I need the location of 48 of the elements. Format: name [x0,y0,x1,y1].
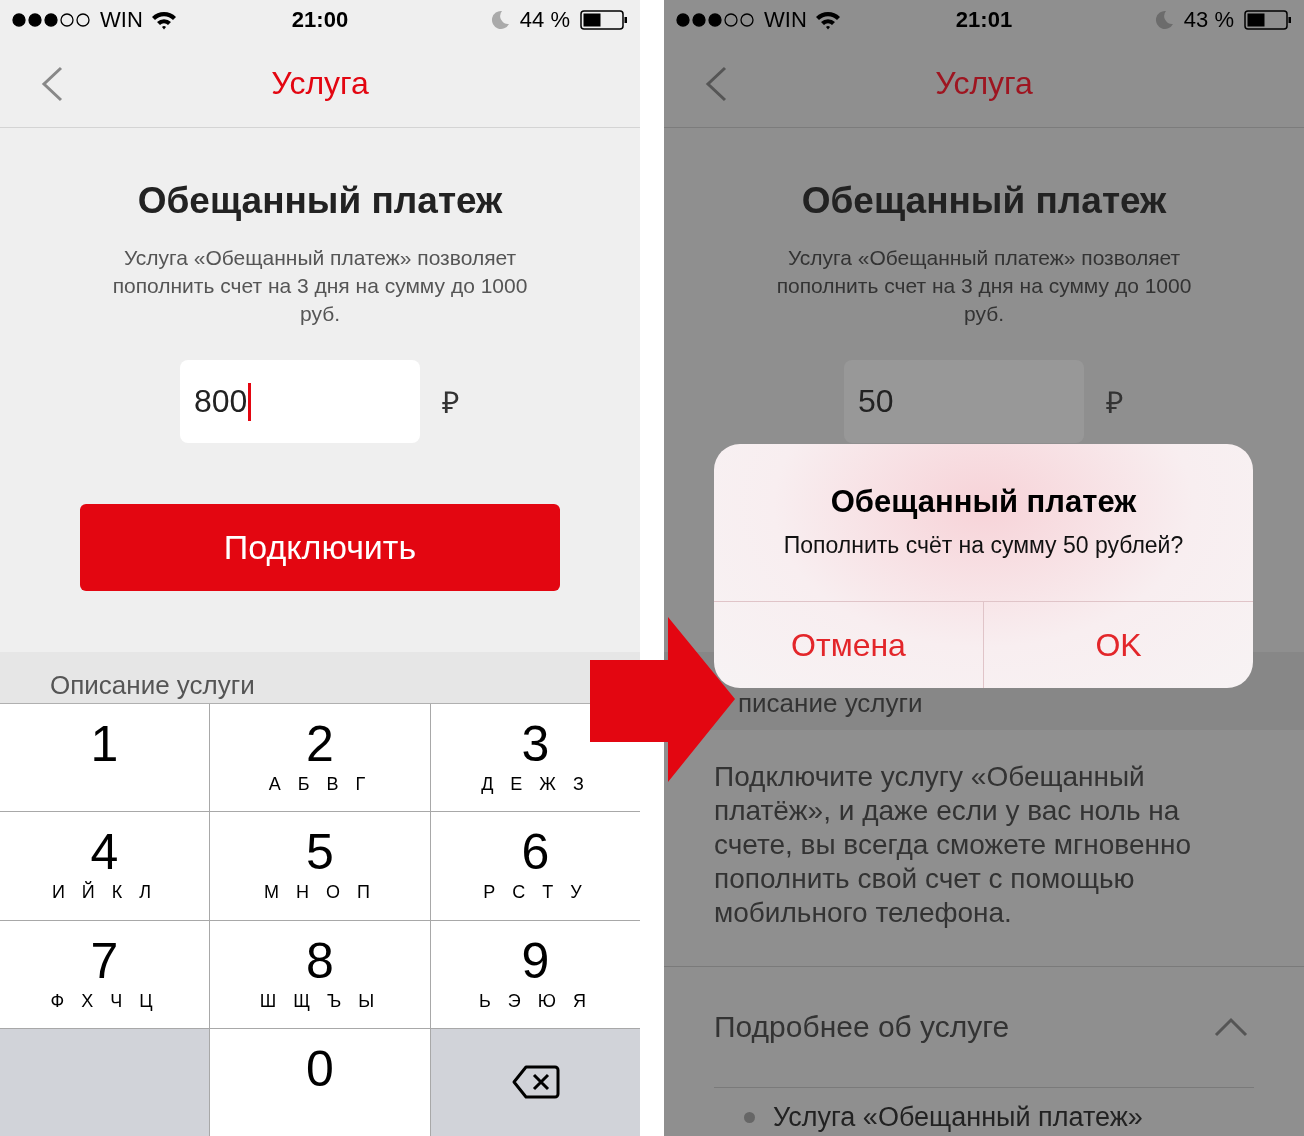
keypad-key[interactable]: 2 А Б В Г [210,704,430,812]
details-title[interactable]: Подробнее об услуге [714,1010,1010,1044]
bullet-icon [744,1112,755,1123]
back-icon[interactable] [704,66,728,102]
service-title: Обещанный платеж [801,180,1167,222]
alert-message: Пополнить счёт на сумму 50 рублей? [783,532,1184,559]
details-item: Услуга «Обещанный платеж» [773,1102,1143,1133]
battery-icon [1244,10,1292,30]
back-icon[interactable] [40,66,64,102]
service-description: Услуга «Обещанный платеж» позволяет пополнить счет на 3 дня на сумму до 1000 руб. [111,245,529,327]
wifi-icon [150,10,177,30]
keypad-key[interactable]: 6 Р С Т У [431,812,640,920]
carrier-name: WIN [100,7,143,33]
keypad-key[interactable]: 9 Ь Э Ю Я [431,920,640,1028]
chevron-icon[interactable] [1214,1017,1248,1037]
service-title: Обещанный платеж [137,180,503,222]
connect-button[interactable]: Подключить [80,504,560,591]
backspace-icon [511,1064,560,1099]
delete-key[interactable] [431,1028,640,1136]
moon-icon [489,10,510,30]
section-header: Описание услуги [0,652,640,703]
status-time: 21:00 [291,7,349,33]
nav-title: Услуга [271,65,369,102]
moon-icon [1153,10,1174,30]
nav-title: Услуга [935,65,1033,102]
keypad-key[interactable]: 4 И Й К Л [0,812,209,920]
status-time: 21:01 [955,7,1013,33]
wifi-icon [814,10,841,30]
amount-field[interactable]: 50 [844,360,1084,443]
currency-sign: ₽ [442,385,459,421]
keypad-key[interactable]: 1 [0,704,209,812]
keypad-key[interactable]: 3 Д Е Ж З [431,704,640,812]
alert-button[interactable]: OK [983,602,1253,688]
battery-percent: 43 % [1183,7,1234,33]
amount-field[interactable]: 800 [180,360,420,443]
currency-sign: ₽ [1106,385,1123,421]
service-description: Услуга «Обещанный платеж» позволяет пополнить счет на 3 дня на сумму до 1000 руб. [775,245,1193,327]
carrier-name: WIN [764,7,807,33]
battery-icon [580,10,628,30]
keypad-key[interactable]: 0 [210,1028,430,1136]
signal-icon [12,13,92,27]
keypad-key[interactable]: 5 М Н О П [210,812,430,920]
keypad-key[interactable]: 8 Ш Щ Ъ Ы [210,920,430,1028]
keypad-key[interactable]: 7 Ф Х Ч Ц [0,920,209,1028]
signal-icon [676,13,756,27]
text-cursor [248,382,252,421]
battery-percent: 44 % [519,7,570,33]
alert-title: Обещанный платеж [830,484,1137,520]
